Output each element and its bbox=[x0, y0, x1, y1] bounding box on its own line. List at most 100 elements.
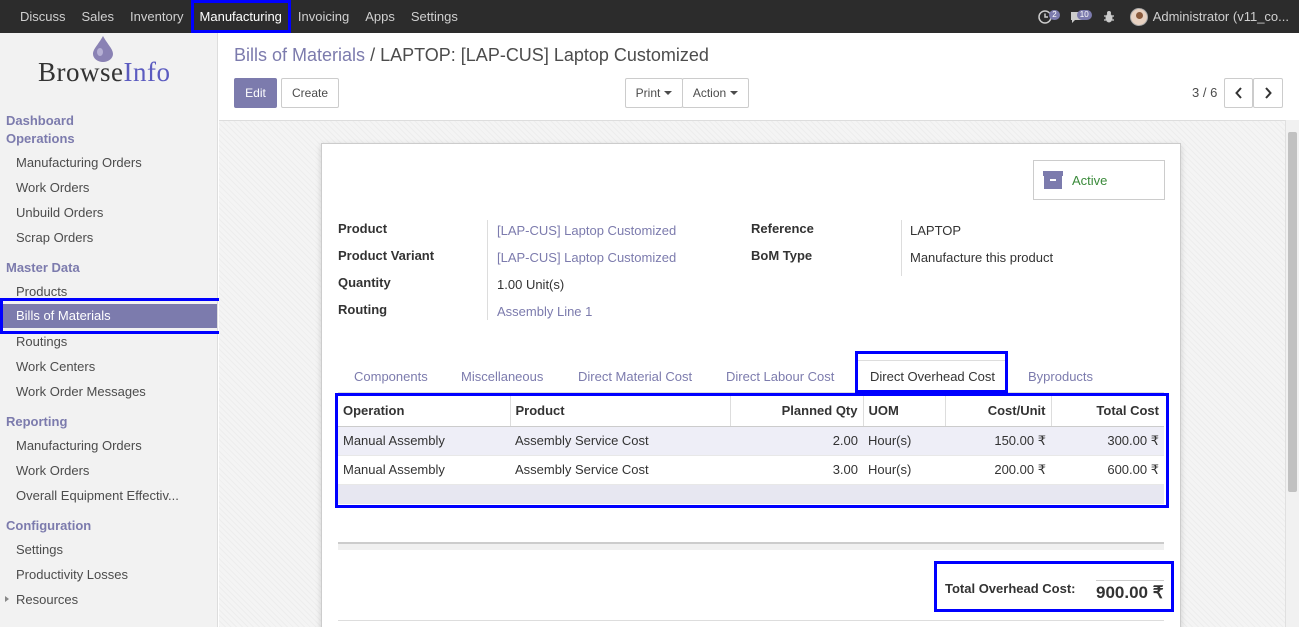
section-divider bbox=[338, 542, 1164, 550]
sidebar-item-report-manufacturing-orders[interactable]: Manufacturing Orders bbox=[16, 438, 142, 453]
column-total-cost[interactable]: Total Cost bbox=[1050, 396, 1164, 427]
sidebar-item-resources[interactable]: Resources bbox=[16, 592, 78, 607]
sidebar-item-settings[interactable]: Settings bbox=[16, 542, 63, 557]
sidebar-item-work-order-messages[interactable]: Work Order Messages bbox=[16, 384, 146, 399]
cell-uom: Hour(s) bbox=[863, 426, 945, 456]
caret-down-icon bbox=[730, 91, 739, 95]
routing-label: Routing bbox=[338, 302, 388, 317]
action-label: Action bbox=[692, 86, 727, 100]
sidebar-section-master-data[interactable]: Master Data bbox=[6, 260, 80, 275]
menu-inventory[interactable]: Inventory bbox=[122, 0, 191, 33]
messages-icon[interactable]: 10 bbox=[1066, 8, 1092, 26]
cell-cost-unit: 200.00 ₹ bbox=[945, 455, 1051, 485]
column-planned-qty[interactable]: Planned Qty bbox=[729, 396, 863, 427]
product-variant-label: Product Variant bbox=[338, 248, 435, 263]
sidebar-item-work-orders[interactable]: Work Orders bbox=[16, 180, 89, 195]
routing-field[interactable]: Assembly Line 1 bbox=[497, 304, 592, 319]
column-cost-unit[interactable]: Cost/Unit bbox=[944, 396, 1051, 427]
top-navbar: Discuss Sales Inventory Manufacturing In… bbox=[0, 0, 1299, 33]
breadcrumb-current: LAPTOP: [LAP-CUS] Laptop Customized bbox=[380, 45, 709, 65]
column-product[interactable]: Product bbox=[509, 396, 730, 427]
cell-total-cost: 600.00 ₹ bbox=[1051, 455, 1164, 485]
sidebar-section-operations[interactable]: Operations bbox=[6, 131, 75, 146]
bom-type-field[interactable]: Manufacture this product bbox=[910, 250, 1053, 265]
cell-product: Assembly Service Cost bbox=[510, 455, 730, 485]
sidebar-item-products[interactable]: Products bbox=[16, 284, 67, 299]
sheet-footer-divider bbox=[338, 620, 1164, 621]
tab-components[interactable]: Components bbox=[354, 369, 428, 384]
chevron-right-icon bbox=[1265, 87, 1272, 99]
scrollbar[interactable] bbox=[1285, 120, 1299, 627]
menu-manufacturing[interactable]: Manufacturing bbox=[192, 0, 290, 33]
menu-sales[interactable]: Sales bbox=[74, 0, 123, 33]
action-dropdown[interactable]: Action bbox=[682, 78, 749, 108]
sidebar-item-manufacturing-orders[interactable]: Manufacturing Orders bbox=[16, 155, 142, 170]
tab-direct-overhead-cost[interactable]: Direct Overhead Cost bbox=[857, 360, 1008, 393]
company-logo: BrowseInfo bbox=[38, 33, 183, 93]
tab-direct-labour-cost[interactable]: Direct Labour Cost bbox=[726, 369, 834, 384]
debug-bug-icon[interactable] bbox=[1098, 8, 1120, 26]
tab-miscellaneous[interactable]: Miscellaneous bbox=[461, 369, 543, 384]
systray: 2 10 Administrator (v11_co... bbox=[1034, 0, 1289, 33]
menu-settings[interactable]: Settings bbox=[403, 0, 466, 33]
activity-count-badge: 2 bbox=[1049, 9, 1060, 20]
sidebar-item-report-work-orders[interactable]: Work Orders bbox=[16, 463, 89, 478]
active-toggle-button[interactable]: Active bbox=[1033, 160, 1165, 200]
tab-byproducts[interactable]: Byproducts bbox=[1028, 369, 1093, 384]
cell-cost-unit: 150.00 ₹ bbox=[945, 426, 1051, 456]
user-avatar[interactable] bbox=[1129, 7, 1148, 26]
sidebar-item-routings[interactable]: Routings bbox=[16, 334, 67, 349]
sidebar-section-reporting[interactable]: Reporting bbox=[6, 414, 67, 429]
sidebar-section-configuration[interactable]: Configuration bbox=[6, 518, 91, 533]
sidebar-item-productivity-losses[interactable]: Productivity Losses bbox=[16, 567, 128, 582]
breadcrumb-parent[interactable]: Bills of Materials bbox=[234, 45, 365, 65]
print-label: Print bbox=[635, 86, 661, 100]
logo-text: BrowseInfo bbox=[38, 57, 171, 87]
product-field[interactable]: [LAP-CUS] Laptop Customized bbox=[497, 223, 676, 238]
caret-down-icon bbox=[664, 91, 673, 95]
menu-discuss[interactable]: Discuss bbox=[12, 0, 74, 33]
column-operation[interactable]: Operation bbox=[338, 396, 510, 427]
pager-next-button[interactable] bbox=[1253, 78, 1283, 108]
cell-operation: Manual Assembly bbox=[338, 426, 510, 456]
active-label: Active bbox=[1072, 172, 1108, 188]
column-uom[interactable]: UOM bbox=[862, 396, 945, 427]
overhead-cost-table: Operation Product Planned Qty UOM Cost/U… bbox=[338, 396, 1164, 504]
user-menu[interactable]: Administrator (v11_co... bbox=[1153, 9, 1289, 24]
quantity-field[interactable]: 1.00 Unit(s) bbox=[497, 277, 564, 292]
message-count-badge: 10 bbox=[1076, 9, 1092, 20]
sidebar-item-oee[interactable]: Overall Equipment Effectiv... bbox=[16, 488, 179, 503]
cell-operation: Manual Assembly bbox=[338, 455, 510, 485]
table-row[interactable]: Manual Assembly Assembly Service Cost 3.… bbox=[338, 455, 1164, 485]
create-button[interactable]: Create bbox=[281, 78, 339, 108]
menu-apps[interactable]: Apps bbox=[357, 0, 403, 33]
product-variant-field[interactable]: [LAP-CUS] Laptop Customized bbox=[497, 250, 676, 265]
sidebar-item-unbuild-orders[interactable]: Unbuild Orders bbox=[16, 205, 103, 220]
tab-direct-material-cost[interactable]: Direct Material Cost bbox=[578, 369, 692, 384]
sidebar-item-scrap-orders[interactable]: Scrap Orders bbox=[16, 230, 93, 245]
scrollbar-thumb[interactable] bbox=[1288, 132, 1297, 492]
pager-previous-button[interactable] bbox=[1224, 78, 1253, 108]
menu-invoicing[interactable]: Invoicing bbox=[290, 0, 357, 33]
app-menu: Discuss Sales Inventory Manufacturing In… bbox=[0, 0, 466, 33]
reference-field[interactable]: LAPTOP bbox=[910, 223, 961, 238]
table-row[interactable]: Manual Assembly Assembly Service Cost 2.… bbox=[338, 426, 1164, 456]
sidebar-item-work-centers[interactable]: Work Centers bbox=[16, 359, 95, 374]
sidebar-section-dashboard[interactable]: Dashboard bbox=[6, 113, 74, 128]
total-overhead-cost-label: Total Overhead Cost: bbox=[945, 581, 1076, 596]
notebook-tabs: Components Miscellaneous Direct Material… bbox=[338, 360, 1164, 393]
activity-clock-icon[interactable]: 2 bbox=[1034, 8, 1060, 26]
breadcrumb: Bills of Materials / LAPTOP: [LAP-CUS] L… bbox=[234, 45, 709, 66]
field-divider bbox=[487, 220, 488, 320]
chevron-left-icon bbox=[1234, 87, 1242, 99]
edit-button[interactable]: Edit bbox=[234, 78, 277, 108]
pager-value[interactable]: 3 / 6 bbox=[1192, 85, 1217, 100]
breadcrumb-separator: / bbox=[370, 45, 376, 65]
print-dropdown[interactable]: Print bbox=[625, 78, 683, 108]
cell-uom: Hour(s) bbox=[863, 455, 945, 485]
sidebar-item-bills-of-materials[interactable]: Bills of Materials bbox=[2, 304, 217, 328]
product-label: Product bbox=[338, 221, 388, 236]
field-divider bbox=[901, 220, 902, 276]
archive-icon bbox=[1043, 171, 1063, 189]
caret-right-icon[interactable] bbox=[5, 596, 9, 602]
